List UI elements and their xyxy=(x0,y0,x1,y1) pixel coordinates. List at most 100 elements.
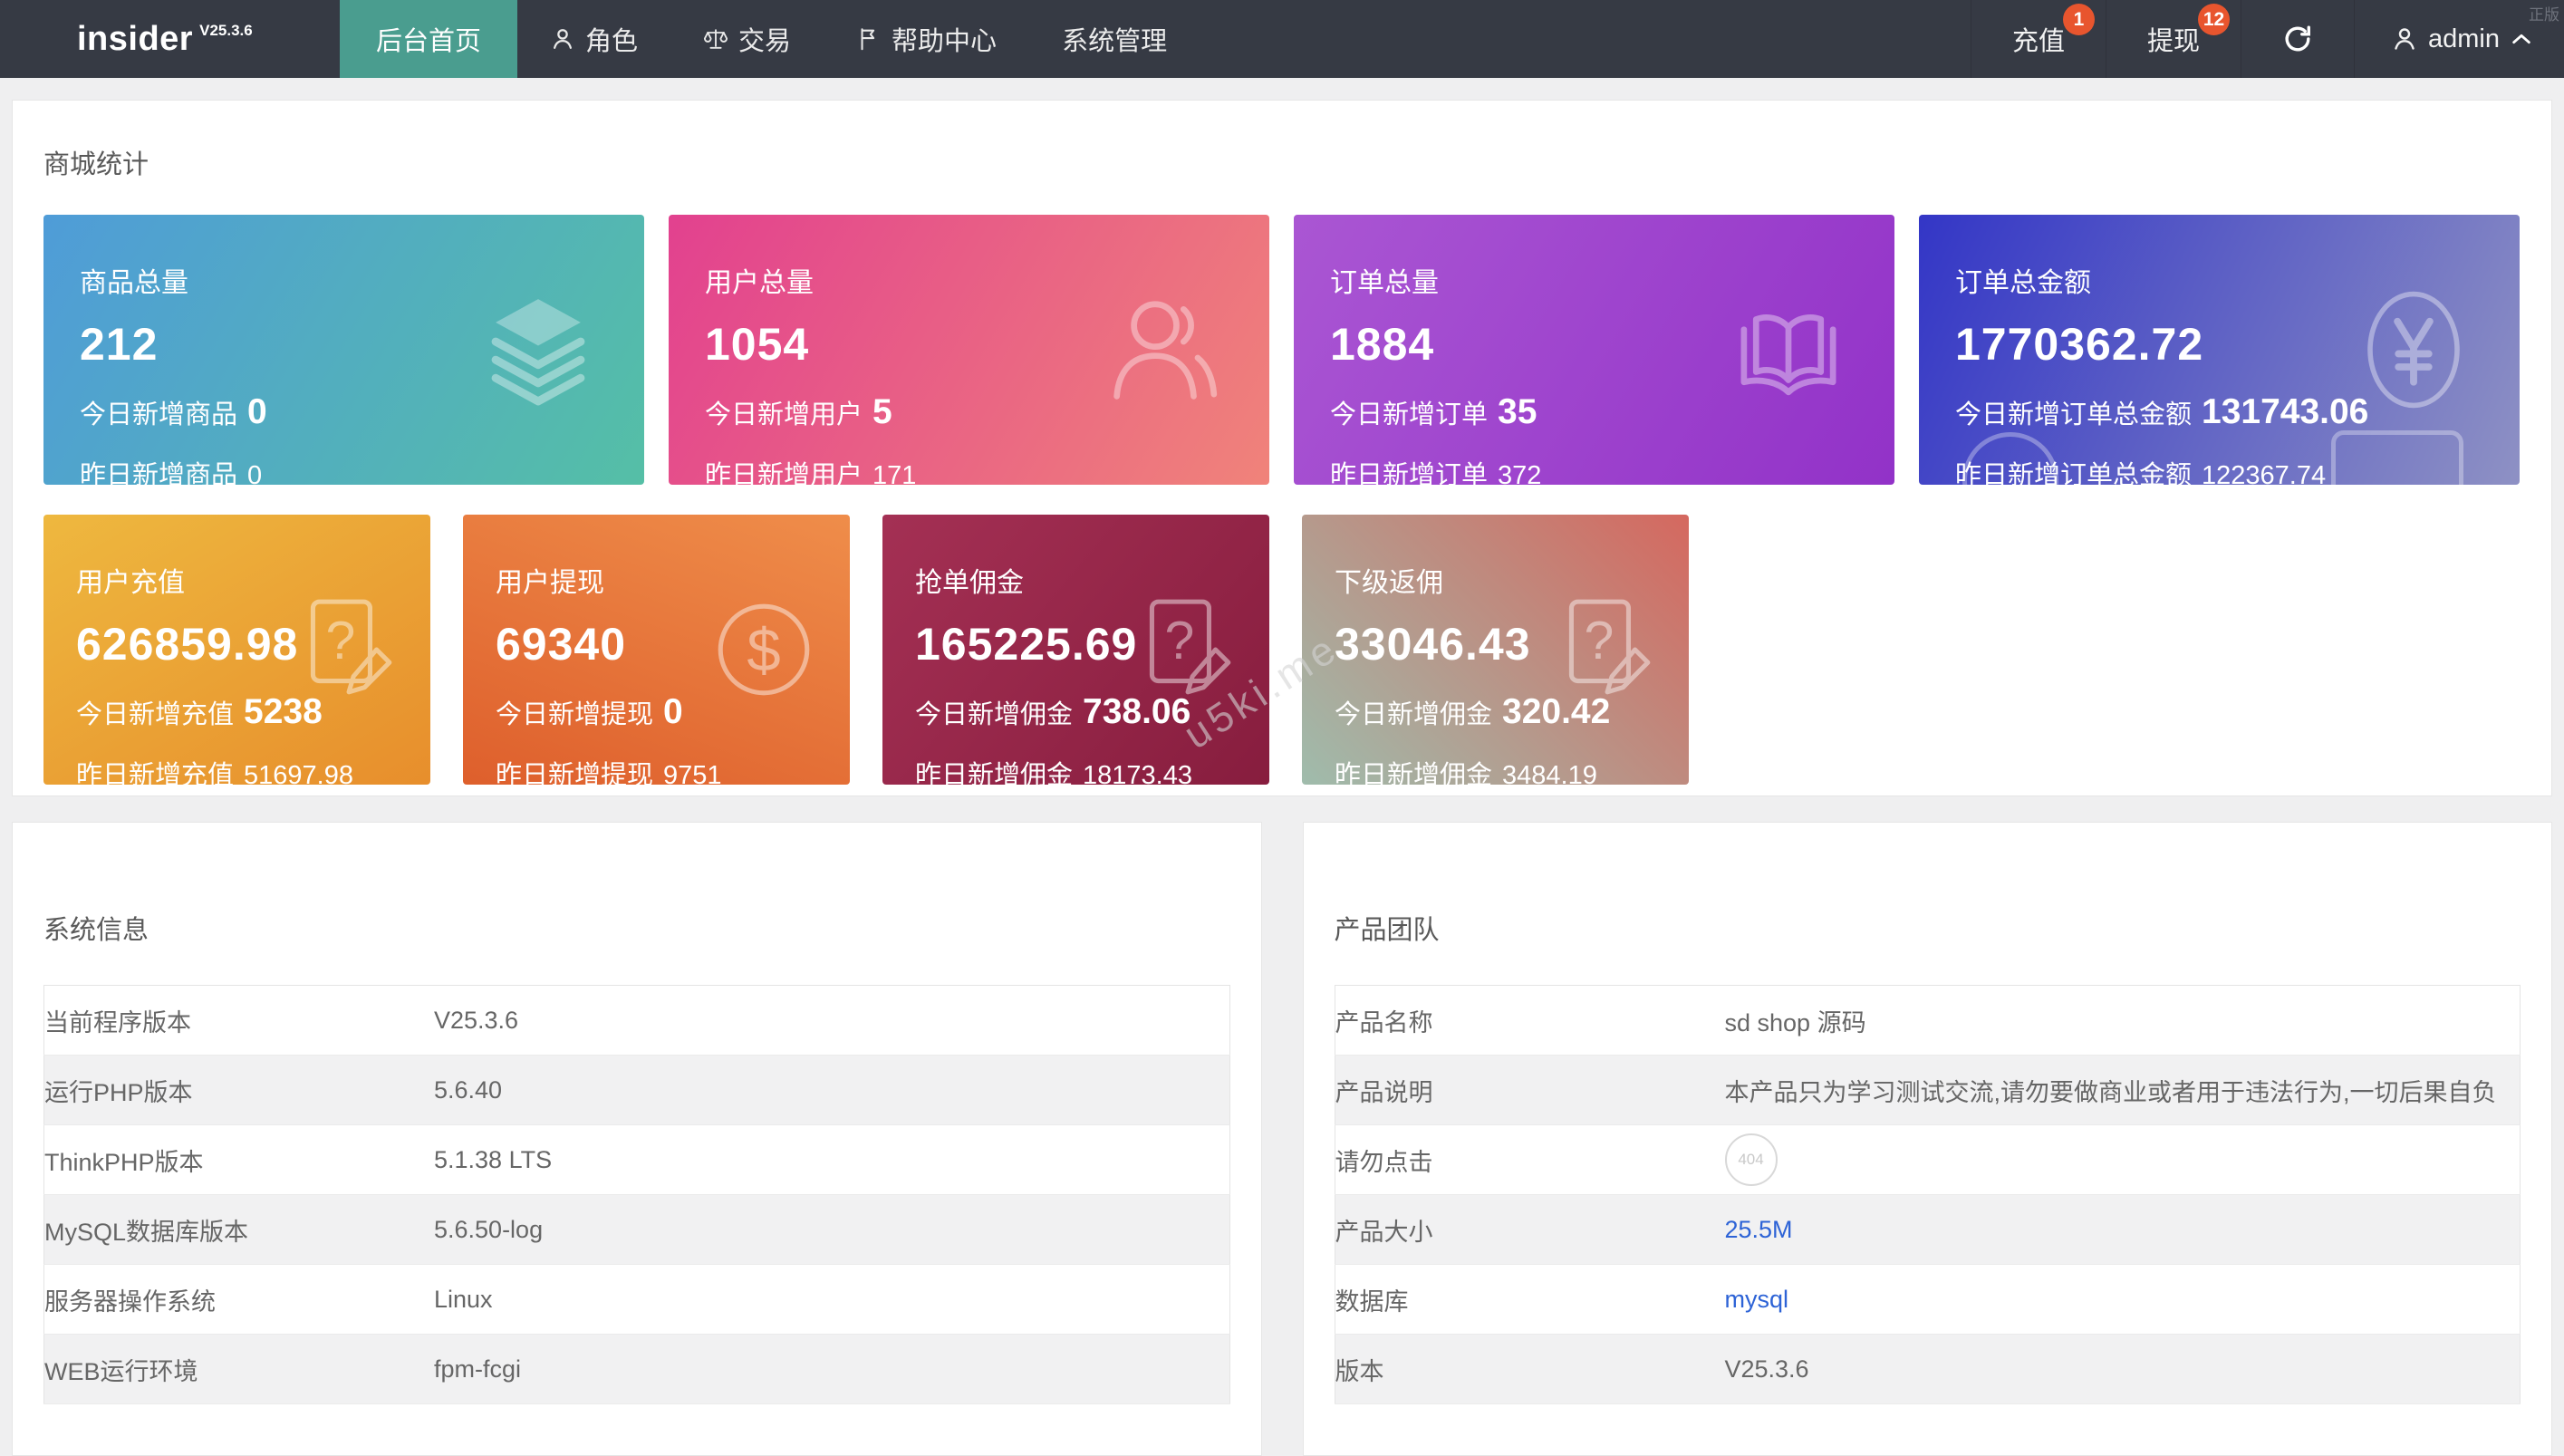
table-row: 请勿点击 404 xyxy=(1335,1125,2521,1195)
row-label: 数据库 xyxy=(1335,1265,1725,1335)
refresh-icon xyxy=(2282,24,2313,54)
today-value: 35 xyxy=(1498,392,1537,432)
today-label: 今日新增充值 xyxy=(76,693,234,731)
withdraw-label: 提现 xyxy=(2147,20,2200,58)
table-row: MySQL数据库版本 5.6.50-log xyxy=(44,1195,1230,1265)
today-label: 今日新增佣金 xyxy=(915,693,1073,731)
product-size-link[interactable]: 25.5M xyxy=(1725,1216,1793,1243)
yesterday-value: 18173.43 xyxy=(1083,761,1192,785)
yesterday-label: 昨日新增商品 xyxy=(80,454,237,485)
refresh-button[interactable] xyxy=(2241,0,2354,78)
row-value: 404 xyxy=(1725,1125,2521,1195)
nav-tab-label: 系统管理 xyxy=(1062,20,1167,58)
nav-tab-help-center[interactable]: 帮助中心 xyxy=(824,0,1029,78)
row-value: 本产品只为学习测试交流,请勿要做商业或者用于违法行为,一切后果自负 xyxy=(1725,1056,2521,1125)
today-value: 5 xyxy=(872,392,892,432)
flag-icon xyxy=(856,26,882,52)
yesterday-label: 昨日新增佣金 xyxy=(915,754,1073,785)
yesterday-value: 0 xyxy=(247,461,262,485)
today-label: 今日新增订单总金额 xyxy=(1955,393,2192,431)
corner-watermark: 正版 xyxy=(2529,2,2559,24)
yesterday-value: 51697.98 xyxy=(244,761,353,785)
doc-question-pencil-icon: ? xyxy=(1547,594,1658,705)
stats-panel-title: 商城统计 xyxy=(43,143,2521,181)
table-row: 当前程序版本 V25.3.6 xyxy=(44,986,1230,1056)
nav-tab-trade[interactable]: 交易 xyxy=(670,0,824,78)
nav-tab-home[interactable]: 后台首页 xyxy=(340,0,517,78)
yesterday-label: 昨日新增充值 xyxy=(76,754,234,785)
yen-circle-icon xyxy=(2353,289,2474,410)
nav-tab-roles[interactable]: 角色 xyxy=(517,0,670,78)
decorative-circle xyxy=(1962,432,2058,485)
row-value: Linux xyxy=(434,1265,1229,1335)
recharge-badge: 1 xyxy=(2063,4,2095,35)
today-value: 0 xyxy=(247,392,267,432)
stat-card-grab-commission: 抢单佣金 165225.69 今日新增佣金738.06 昨日新增佣金18173.… xyxy=(882,515,1269,785)
user-icon xyxy=(2391,25,2418,53)
stat-card-sub-rebate: 下级返佣 33046.43 今日新增佣金320.42 昨日新增佣金3484.19… xyxy=(1302,515,1689,785)
database-link[interactable]: mysql xyxy=(1725,1286,1789,1313)
withdraw-button[interactable]: 提现 12 xyxy=(2106,0,2241,78)
users-icon xyxy=(1103,289,1224,410)
yesterday-value: 171 xyxy=(872,461,916,485)
row-value: mysql xyxy=(1725,1265,2521,1335)
row-label: MySQL数据库版本 xyxy=(44,1195,435,1265)
row-label: 运行PHP版本 xyxy=(44,1056,435,1125)
stats-cards-row1: 商品总量 212 今日新增商品0 昨日新增商品0 用户总量 1054 今日新增用… xyxy=(43,215,2521,485)
withdraw-badge: 12 xyxy=(2198,4,2230,35)
svg-text:?: ? xyxy=(1165,612,1195,670)
stat-card-goods-total: 商品总量 212 今日新增商品0 昨日新增商品0 xyxy=(43,215,644,485)
recharge-button[interactable]: 充值 1 xyxy=(1971,0,2106,78)
table-row: 产品名称 sd shop 源码 xyxy=(1335,986,2521,1056)
stat-card-order-amount: 订单总金额 1770362.72 今日新增订单总金额131743.06 昨日新增… xyxy=(1919,215,2520,485)
doc-question-pencil-icon: ? xyxy=(289,594,400,705)
svg-text:?: ? xyxy=(1585,612,1615,670)
product-team-panel: 产品团队 产品名称 sd shop 源码 产品说明 本产品只为学习测试交流,请勿… xyxy=(1303,822,2553,1456)
row-label: 当前程序版本 xyxy=(44,986,435,1056)
yesterday-value: 9751 xyxy=(663,761,722,785)
yesterday-value: 3484.19 xyxy=(1502,761,1597,785)
row-label: 产品大小 xyxy=(1335,1195,1725,1265)
today-label: 今日新增提现 xyxy=(496,693,653,731)
yesterday-label: 昨日新增用户 xyxy=(705,454,863,485)
table-row: ThinkPHP版本 5.1.38 LTS xyxy=(44,1125,1230,1195)
row-label: 请勿点击 xyxy=(1335,1125,1725,1195)
system-info-panel: 系统信息 当前程序版本 V25.3.6 运行PHP版本 5.6.40 Think… xyxy=(12,822,1262,1456)
nav-tab-label: 角色 xyxy=(585,20,638,58)
app-logo: insider V25.3.6 xyxy=(0,0,340,78)
row-label: 服务器操作系统 xyxy=(44,1265,435,1335)
yesterday-label: 昨日新增订单 xyxy=(1330,454,1488,485)
stat-card-user-recharge: 用户充值 626859.98 今日新增充值5238 昨日新增充值51697.98… xyxy=(43,515,430,785)
table-row: 运行PHP版本 5.6.40 xyxy=(44,1056,1230,1125)
today-label: 今日新增用户 xyxy=(705,393,863,431)
today-value: 131743.06 xyxy=(2202,392,2368,432)
product-team-table: 产品名称 sd shop 源码 产品说明 本产品只为学习测试交流,请勿要做商业或… xyxy=(1335,985,2521,1404)
row-label: ThinkPHP版本 xyxy=(44,1125,435,1195)
row-value: 25.5M xyxy=(1725,1195,2521,1265)
open-book-icon xyxy=(1728,289,1849,410)
table-row: 数据库 mysql xyxy=(1335,1265,2521,1335)
yesterday-value: 122367.74 xyxy=(2202,461,2326,485)
stat-card-user-withdraw: 用户提现 69340 今日新增提现0 昨日新增提现9751 $ xyxy=(463,515,850,785)
doc-question-pencil-icon: ? xyxy=(1128,594,1239,705)
table-row: 服务器操作系统 Linux xyxy=(44,1265,1230,1335)
user-icon xyxy=(550,26,575,52)
layers-icon xyxy=(477,289,599,410)
row-value: V25.3.6 xyxy=(434,986,1229,1056)
stats-cards-row2: 用户充值 626859.98 今日新增充值5238 昨日新增充值51697.98… xyxy=(43,515,2521,785)
broken-image-404-icon[interactable]: 404 xyxy=(1725,1133,1778,1186)
decorative-rect xyxy=(2331,430,2463,485)
nav-tab-label: 帮助中心 xyxy=(892,20,997,58)
scales-icon xyxy=(703,26,728,52)
nav-tab-system-admin[interactable]: 系统管理 xyxy=(1029,0,1200,78)
top-navbar: insider V25.3.6 后台首页 角色 交易 帮助中心 系统管理 xyxy=(0,0,2564,78)
row-value: sd shop 源码 xyxy=(1725,986,2521,1056)
table-row: 产品大小 25.5M xyxy=(1335,1195,2521,1265)
nav-tab-label: 后台首页 xyxy=(376,20,481,58)
yesterday-label: 昨日新增提现 xyxy=(496,754,653,785)
page-content: 商城统计 商品总量 212 今日新增商品0 昨日新增商品0 用户总量 1054 … xyxy=(0,100,2564,1456)
row-value: 5.1.38 LTS xyxy=(434,1125,1229,1195)
dollar-circle-icon: $ xyxy=(708,594,819,705)
row-label: 产品名称 xyxy=(1335,986,1725,1056)
navbar-actions: 充值 1 提现 12 admin xyxy=(1971,0,2564,78)
